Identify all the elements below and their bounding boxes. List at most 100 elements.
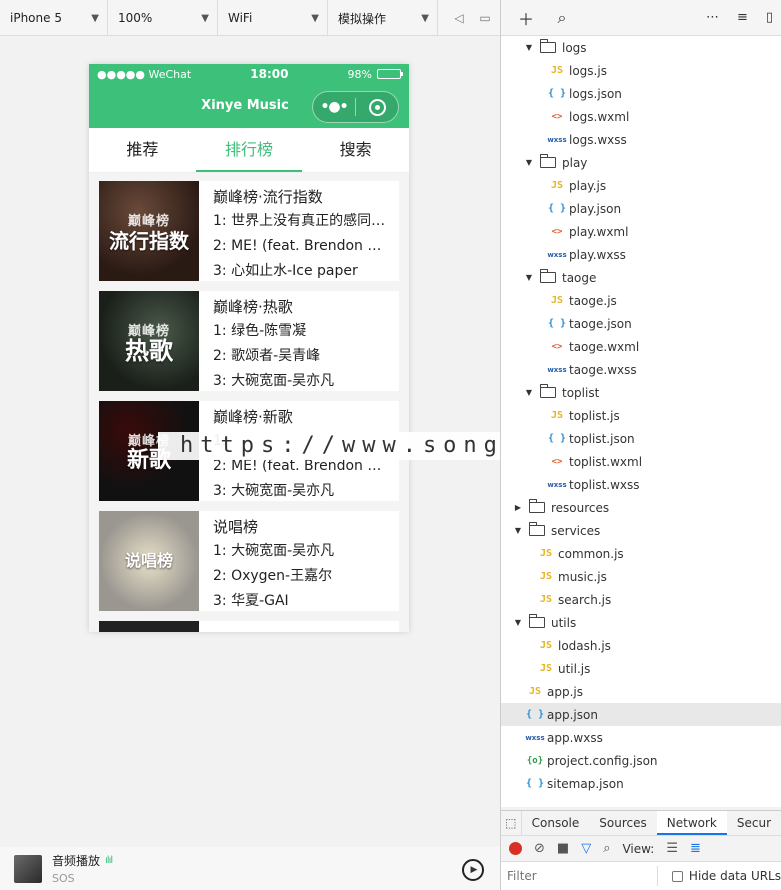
cfg-file-icon: {o} <box>526 755 544 766</box>
chevron-right-icon[interactable]: ▶ <box>513 503 523 512</box>
tree-file[interactable]: wxss taoge.wxss <box>501 358 781 381</box>
js-file-icon: JS <box>550 295 564 306</box>
signal-indicator: ●●●●● WeChat <box>97 67 192 81</box>
tree-file[interactable]: { } play.json <box>501 197 781 220</box>
tree-file[interactable]: JS search.js <box>501 588 781 611</box>
tab-charts[interactable]: 排行榜 <box>195 128 303 172</box>
tree-item-label: toplist.wxss <box>569 477 640 492</box>
list-view-icon[interactable]: ☰ <box>666 841 678 856</box>
tree-file[interactable]: JS common.js <box>501 542 781 565</box>
camera-icon[interactable]: ■ <box>557 841 569 856</box>
tree-folder-toplist[interactable]: ▼ toplist <box>501 381 781 404</box>
tree-item-label: lodash.js <box>558 638 611 653</box>
tree-folder-logs[interactable]: ▼ logs <box>501 36 781 59</box>
waterfall-view-icon[interactable]: ≣ <box>690 841 701 856</box>
clear-icon[interactable]: ⊘ <box>534 841 545 856</box>
tree-file[interactable]: <> logs.wxml <box>501 105 781 128</box>
window-icon[interactable]: ▭ <box>478 11 492 25</box>
more-icon[interactable]: •●• <box>313 99 355 115</box>
chevron-down-icon[interactable]: ▼ <box>524 273 534 282</box>
chevron-down-icon[interactable]: ▼ <box>513 618 523 627</box>
tab-console[interactable]: Console <box>522 811 590 835</box>
js-file-icon: JS <box>539 663 553 674</box>
inspect-icon[interactable]: ⬚ <box>501 811 522 835</box>
chart-cover: 巅峰榜 热歌 <box>99 291 199 391</box>
tree-folder-services[interactable]: ▼ services <box>501 519 781 542</box>
tree-file[interactable]: { } sitemap.json <box>501 772 781 795</box>
device-select[interactable]: iPhone 5 ▼ <box>0 0 108 36</box>
tree-file[interactable]: { } toplist.json <box>501 427 781 450</box>
play-button[interactable]: ▶ <box>462 859 484 881</box>
tree-file[interactable]: JS lodash.js <box>501 634 781 657</box>
simulator-toolbar: iPhone 5 ▼ 100% ▼ WiFi ▼ 模拟操作 ▼ ◁ ▭ <box>0 0 500 36</box>
tree-item-label: taoge.wxss <box>569 362 637 377</box>
more-icon[interactable]: ⋯ <box>706 10 719 25</box>
tree-file[interactable]: JS app.js <box>501 680 781 703</box>
chevron-down-icon: ▼ <box>91 12 99 24</box>
chevron-down-icon[interactable]: ▼ <box>513 526 523 535</box>
speaker-icon[interactable]: ◁ <box>452 11 466 25</box>
tree-file[interactable]: JS music.js <box>501 565 781 588</box>
filter-input[interactable] <box>507 866 659 886</box>
add-icon[interactable]: ＋ <box>515 6 537 30</box>
status-time: 18:00 <box>250 67 289 81</box>
tab-security[interactable]: Secur <box>727 811 781 835</box>
record-icon[interactable] <box>509 842 522 855</box>
filter-icon[interactable]: ▽ <box>581 841 591 856</box>
search-icon[interactable]: ⌕ <box>551 8 573 28</box>
tree-folder-taoge[interactable]: ▼ taoge <box>501 266 781 289</box>
chart-card[interactable]: 巅峰榜 热歌 巅峰榜·热歌 1: 绿色-陈雪凝 2: 歌颂者-吴青峰 3: 大碗… <box>99 291 399 391</box>
network-filter-bar: Hide data URLs <box>501 862 781 890</box>
tab-sources[interactable]: Sources <box>589 811 656 835</box>
tree-folder-play[interactable]: ▼ play <box>501 151 781 174</box>
tree-item-label: services <box>551 523 601 538</box>
tree-file[interactable]: JS taoge.js <box>501 289 781 312</box>
chart-card[interactable]: 巅峰榜 流行指数 巅峰榜·流行指数 1: 世界上没有真正的感同身受-刘大壮 2:… <box>99 181 399 281</box>
collapse-icon[interactable]: ≡ <box>737 10 748 25</box>
tree-file[interactable]: { } logs.json <box>501 82 781 105</box>
tree-item-label: resources <box>551 500 610 515</box>
tree-file[interactable]: JS play.js <box>501 174 781 197</box>
tree-file[interactable]: JS toplist.js <box>501 404 781 427</box>
tree-file[interactable]: <> taoge.wxml <box>501 335 781 358</box>
tree-item-label: play.wxss <box>569 247 626 262</box>
menu-capsule: •●• <box>312 91 399 123</box>
tree-file[interactable]: {o} project.config.json <box>501 749 781 772</box>
audio-cover <box>14 854 42 883</box>
chevron-down-icon[interactable]: ▼ <box>524 388 534 397</box>
split-icon[interactable]: ▯ <box>766 10 773 25</box>
tree-file[interactable]: { } taoge.json <box>501 312 781 335</box>
tree-file[interactable]: JS logs.js <box>501 59 781 82</box>
operation-select-label: 模拟操作 <box>338 11 387 26</box>
close-miniprogram-button[interactable] <box>356 98 398 116</box>
tree-file[interactable]: wxss play.wxss <box>501 243 781 266</box>
tree-file[interactable]: wxss app.wxss <box>501 726 781 749</box>
tree-file[interactable]: wxss toplist.wxss <box>501 473 781 496</box>
file-tree: ▼ logs JS logs.js{ } logs.json <> logs.wxml wxs… <box>501 36 781 807</box>
tab-recommend[interactable]: 推荐 <box>89 128 196 172</box>
chart-card[interactable]: 说唱榜 说唱榜 1: 大碗宽面-吴亦凡 2: Oxygen-王嘉尔 3: 华夏-… <box>99 511 399 611</box>
chevron-down-icon[interactable]: ▼ <box>524 43 534 52</box>
tree-item-label: app.js <box>547 684 583 699</box>
tree-folder-resources[interactable]: ▶ resources <box>501 496 781 519</box>
wxml-file-icon: <> <box>551 341 563 352</box>
tree-item-label: common.js <box>558 546 624 561</box>
cover-title: 流行指数 <box>109 228 189 253</box>
tree-file[interactable]: { } app.json <box>501 703 781 726</box>
tree-file[interactable]: JS util.js <box>501 657 781 680</box>
tree-item-label: logs.wxss <box>569 132 627 147</box>
zoom-select[interactable]: 100% ▼ <box>108 0 218 36</box>
chevron-down-icon[interactable]: ▼ <box>524 158 534 167</box>
search-icon[interactable]: ⌕ <box>603 841 610 856</box>
json-file-icon: { } <box>547 203 567 214</box>
tree-file[interactable]: <> toplist.wxml <box>501 450 781 473</box>
chart-card[interactable] <box>99 621 399 632</box>
network-select[interactable]: WiFi ▼ <box>218 0 328 36</box>
tree-file[interactable]: <> play.wxml <box>501 220 781 243</box>
tab-search[interactable]: 搜索 <box>302 128 409 172</box>
tree-file[interactable]: wxss logs.wxss <box>501 128 781 151</box>
tab-network[interactable]: Network <box>656 811 727 835</box>
hide-data-urls-checkbox[interactable] <box>672 870 683 882</box>
tree-folder-utils[interactable]: ▼ utils <box>501 611 781 634</box>
operation-select[interactable]: 模拟操作 ▼ <box>328 0 438 36</box>
